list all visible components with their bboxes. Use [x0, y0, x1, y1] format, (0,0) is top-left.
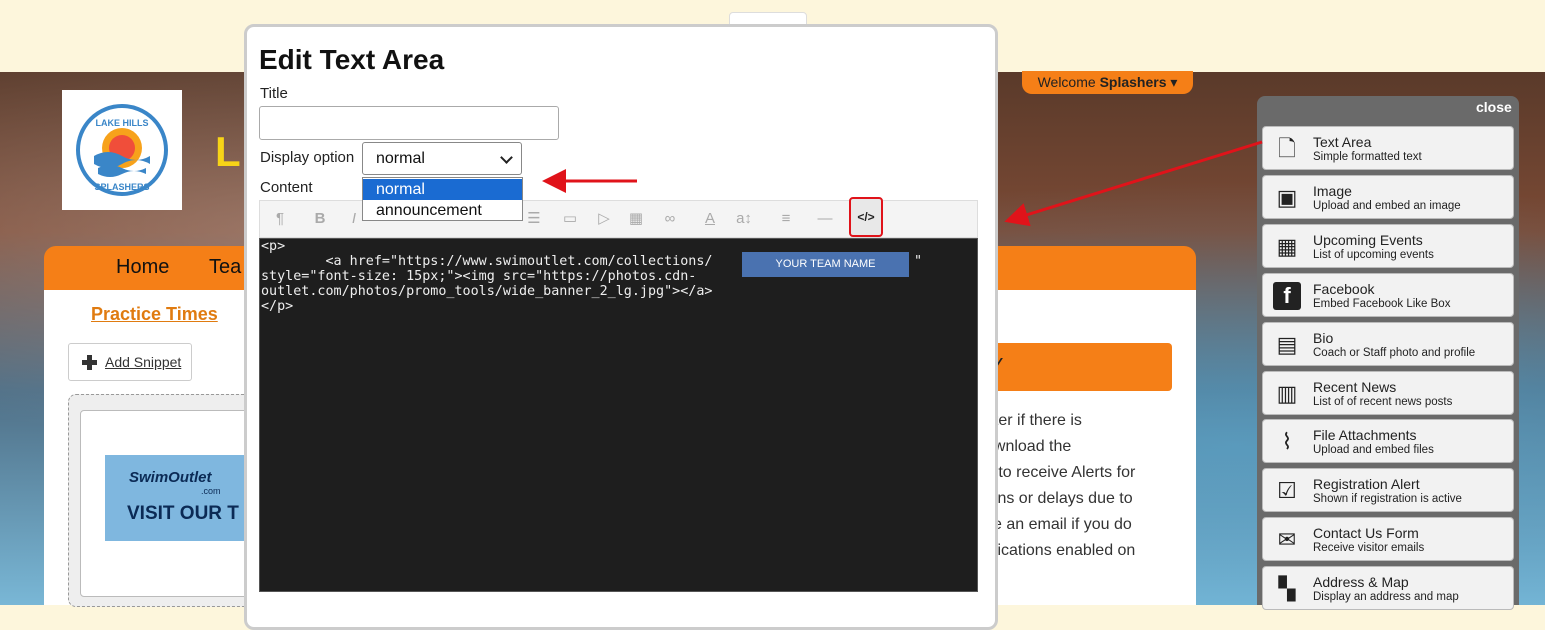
arrow-to-code-button: [1004, 140, 1263, 227]
annotation-arrows: [542, 140, 1263, 227]
